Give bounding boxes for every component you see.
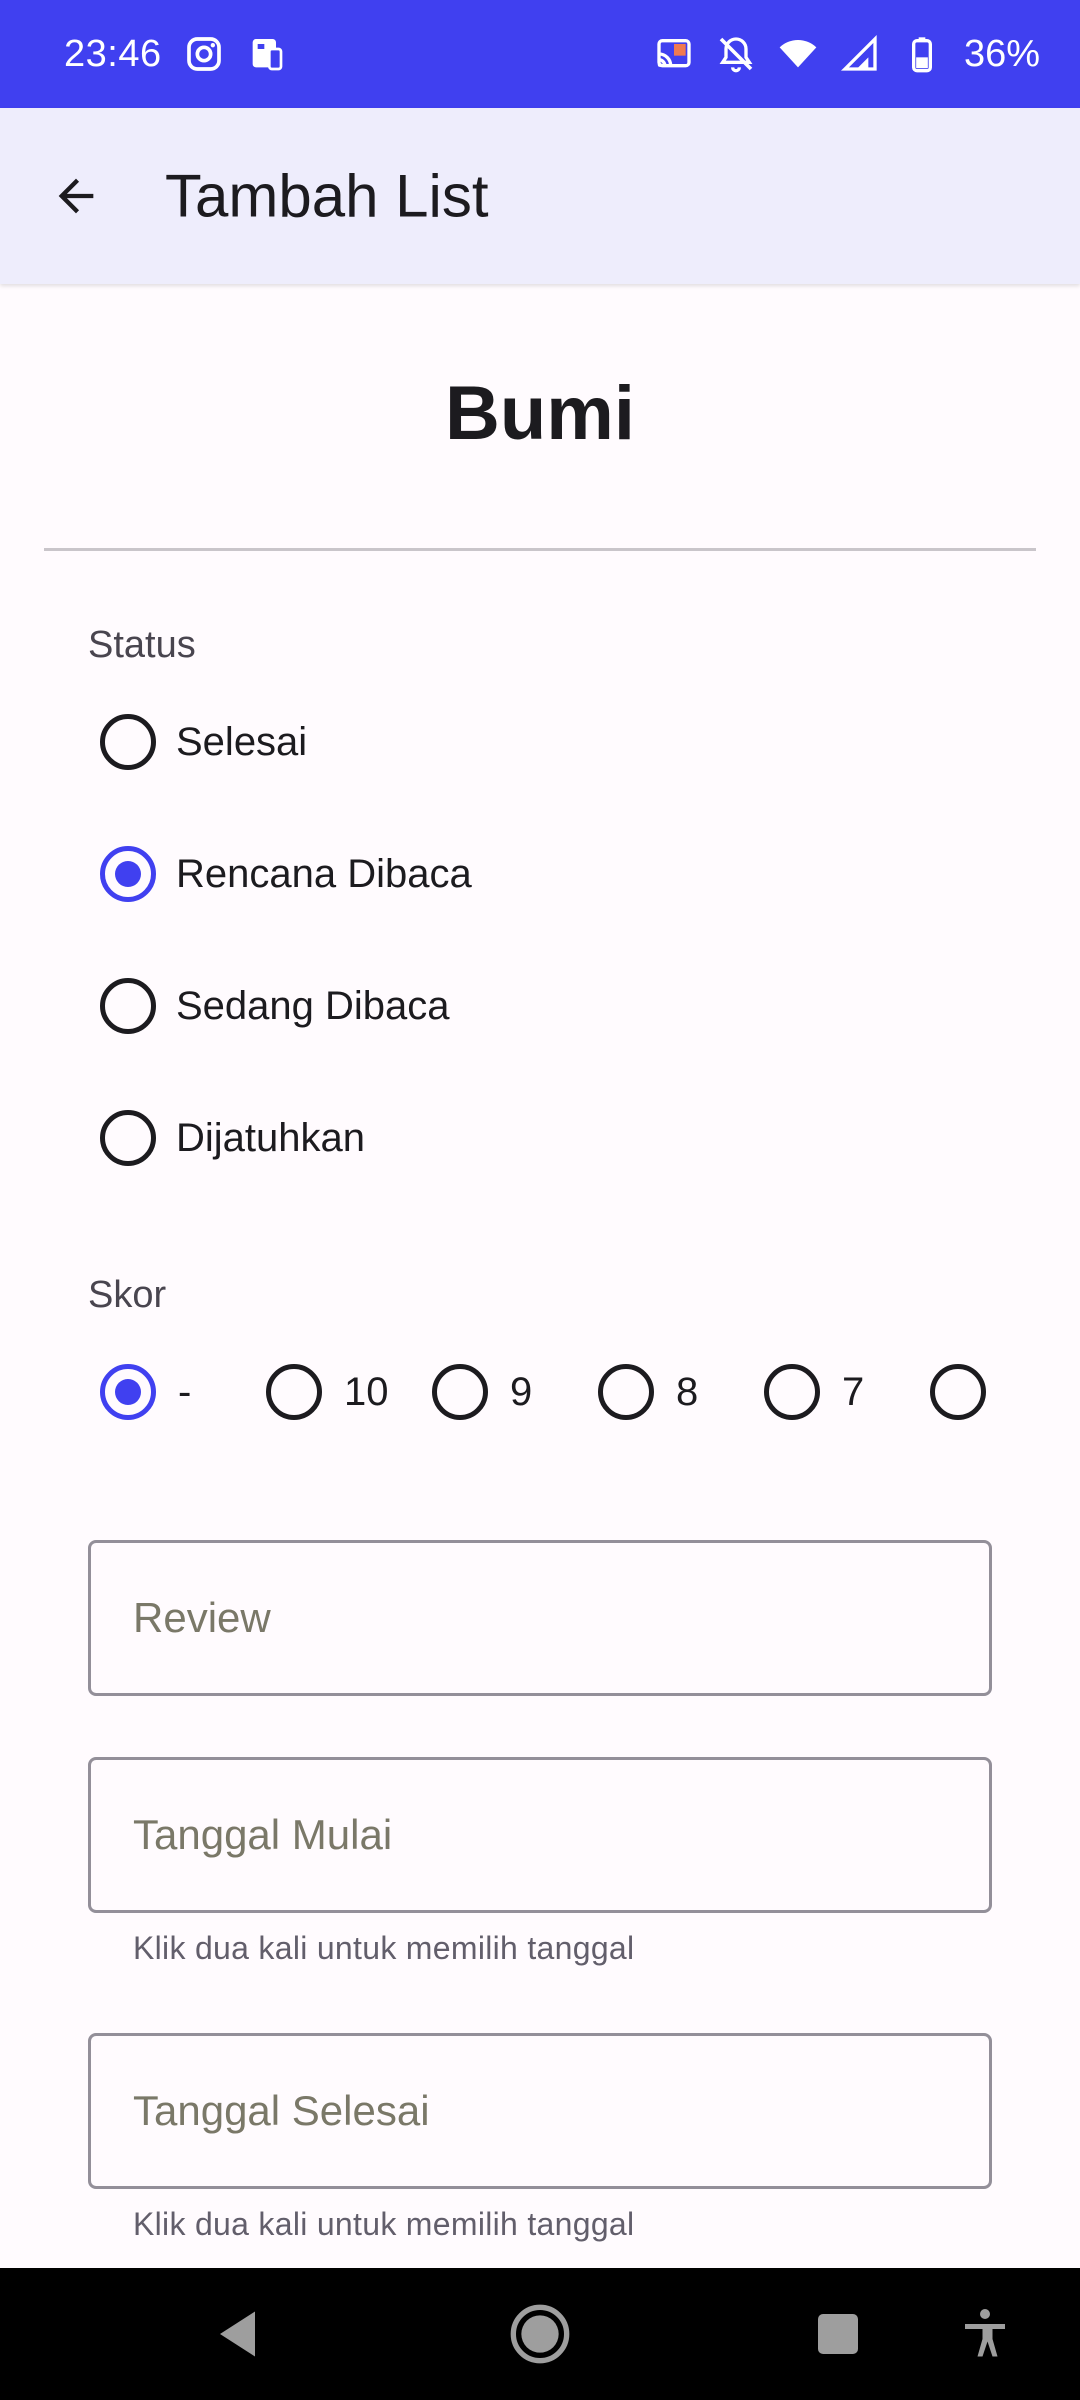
square-recents-icon — [818, 2314, 858, 2354]
status-option-selesai[interactable]: Selesai — [100, 702, 307, 782]
end-date-field[interactable]: Tanggal Selesai — [88, 2033, 992, 2189]
nav-back-button[interactable] — [210, 2304, 270, 2364]
review-placeholder: Review — [133, 1594, 271, 1641]
score-option-9[interactable]: 9 — [432, 1364, 598, 1420]
back-button[interactable] — [38, 158, 114, 234]
score-option-7[interactable]: 7 — [764, 1364, 930, 1420]
radio-button[interactable] — [432, 1364, 488, 1420]
nav-recents-button[interactable] — [808, 2304, 868, 2364]
score-radio-group: - 10 9 8 7 — [100, 1352, 1080, 1432]
navigation-bar — [0, 2268, 1080, 2400]
wifi-icon — [778, 34, 818, 74]
review-field[interactable]: Review — [88, 1540, 992, 1696]
radio-label: Sedang Dibaca — [176, 983, 450, 1028]
start-date-field[interactable]: Tanggal Mulai — [88, 1757, 992, 1913]
radio-label: 7 — [842, 1369, 865, 1414]
status-bar: 23:46 36% — [0, 0, 1080, 108]
score-option-none[interactable]: - — [100, 1364, 266, 1420]
cast-icon — [654, 34, 694, 74]
score-option-10[interactable]: 10 — [266, 1364, 432, 1420]
signal-icon — [840, 34, 880, 74]
divider — [44, 548, 1036, 551]
radio-label: 10 — [344, 1369, 389, 1414]
accessibility-icon — [965, 2309, 1005, 2357]
radio-label: Dijatuhkan — [176, 1115, 366, 1160]
book-title: Bumi — [445, 371, 635, 456]
radio-label: 9 — [510, 1369, 533, 1414]
instagram-icon — [184, 34, 224, 74]
radio-label: Rencana Dibaca — [176, 851, 472, 896]
arrow-back-icon — [58, 178, 94, 214]
radio-button[interactable] — [266, 1364, 322, 1420]
home-circle-icon — [510, 2304, 570, 2364]
page-title: Tambah List — [165, 162, 489, 230]
status-time: 23:46 — [64, 32, 162, 75]
battery-percent: 36% — [963, 32, 1040, 75]
end-date-placeholder: Tanggal Selesai — [133, 2087, 430, 2134]
status-option-sedang-dibaca[interactable]: Sedang Dibaca — [100, 966, 450, 1046]
radio-button[interactable] — [100, 714, 156, 770]
status-option-dijatuhkan[interactable]: Dijatuhkan — [100, 1098, 365, 1178]
triangle-back-icon — [220, 2311, 255, 2357]
battery-icon — [902, 34, 942, 74]
radio-button[interactable] — [764, 1364, 820, 1420]
app-bar: Tambah List — [0, 108, 1080, 284]
device-icon — [246, 34, 286, 74]
accessibility-button[interactable] — [955, 2304, 1015, 2364]
nav-home-button[interactable] — [508, 2302, 572, 2366]
radio-button[interactable] — [100, 1110, 156, 1166]
start-date-helper-text: Klik dua kali untuk memilih tanggal — [133, 1930, 635, 1966]
radio-button-selected[interactable] — [100, 846, 156, 902]
radio-button[interactable] — [100, 978, 156, 1034]
start-date-placeholder: Tanggal Mulai — [133, 1811, 393, 1858]
radio-label: Selesai — [176, 719, 308, 764]
status-label: Status — [88, 624, 196, 666]
score-label: Skor — [88, 1274, 167, 1316]
radio-label: 8 — [676, 1369, 699, 1414]
radio-label: - — [178, 1369, 192, 1414]
radio-button[interactable] — [930, 1364, 986, 1420]
radio-button[interactable] — [598, 1364, 654, 1420]
score-option-8[interactable]: 8 — [598, 1364, 764, 1420]
score-option-next[interactable] — [930, 1364, 1080, 1420]
notifications-off-icon — [716, 34, 756, 74]
end-date-helper-text: Klik dua kali untuk memilih tanggal — [133, 2206, 635, 2242]
status-option-rencana-dibaca[interactable]: Rencana Dibaca — [100, 834, 472, 914]
radio-button-selected[interactable] — [100, 1364, 156, 1420]
